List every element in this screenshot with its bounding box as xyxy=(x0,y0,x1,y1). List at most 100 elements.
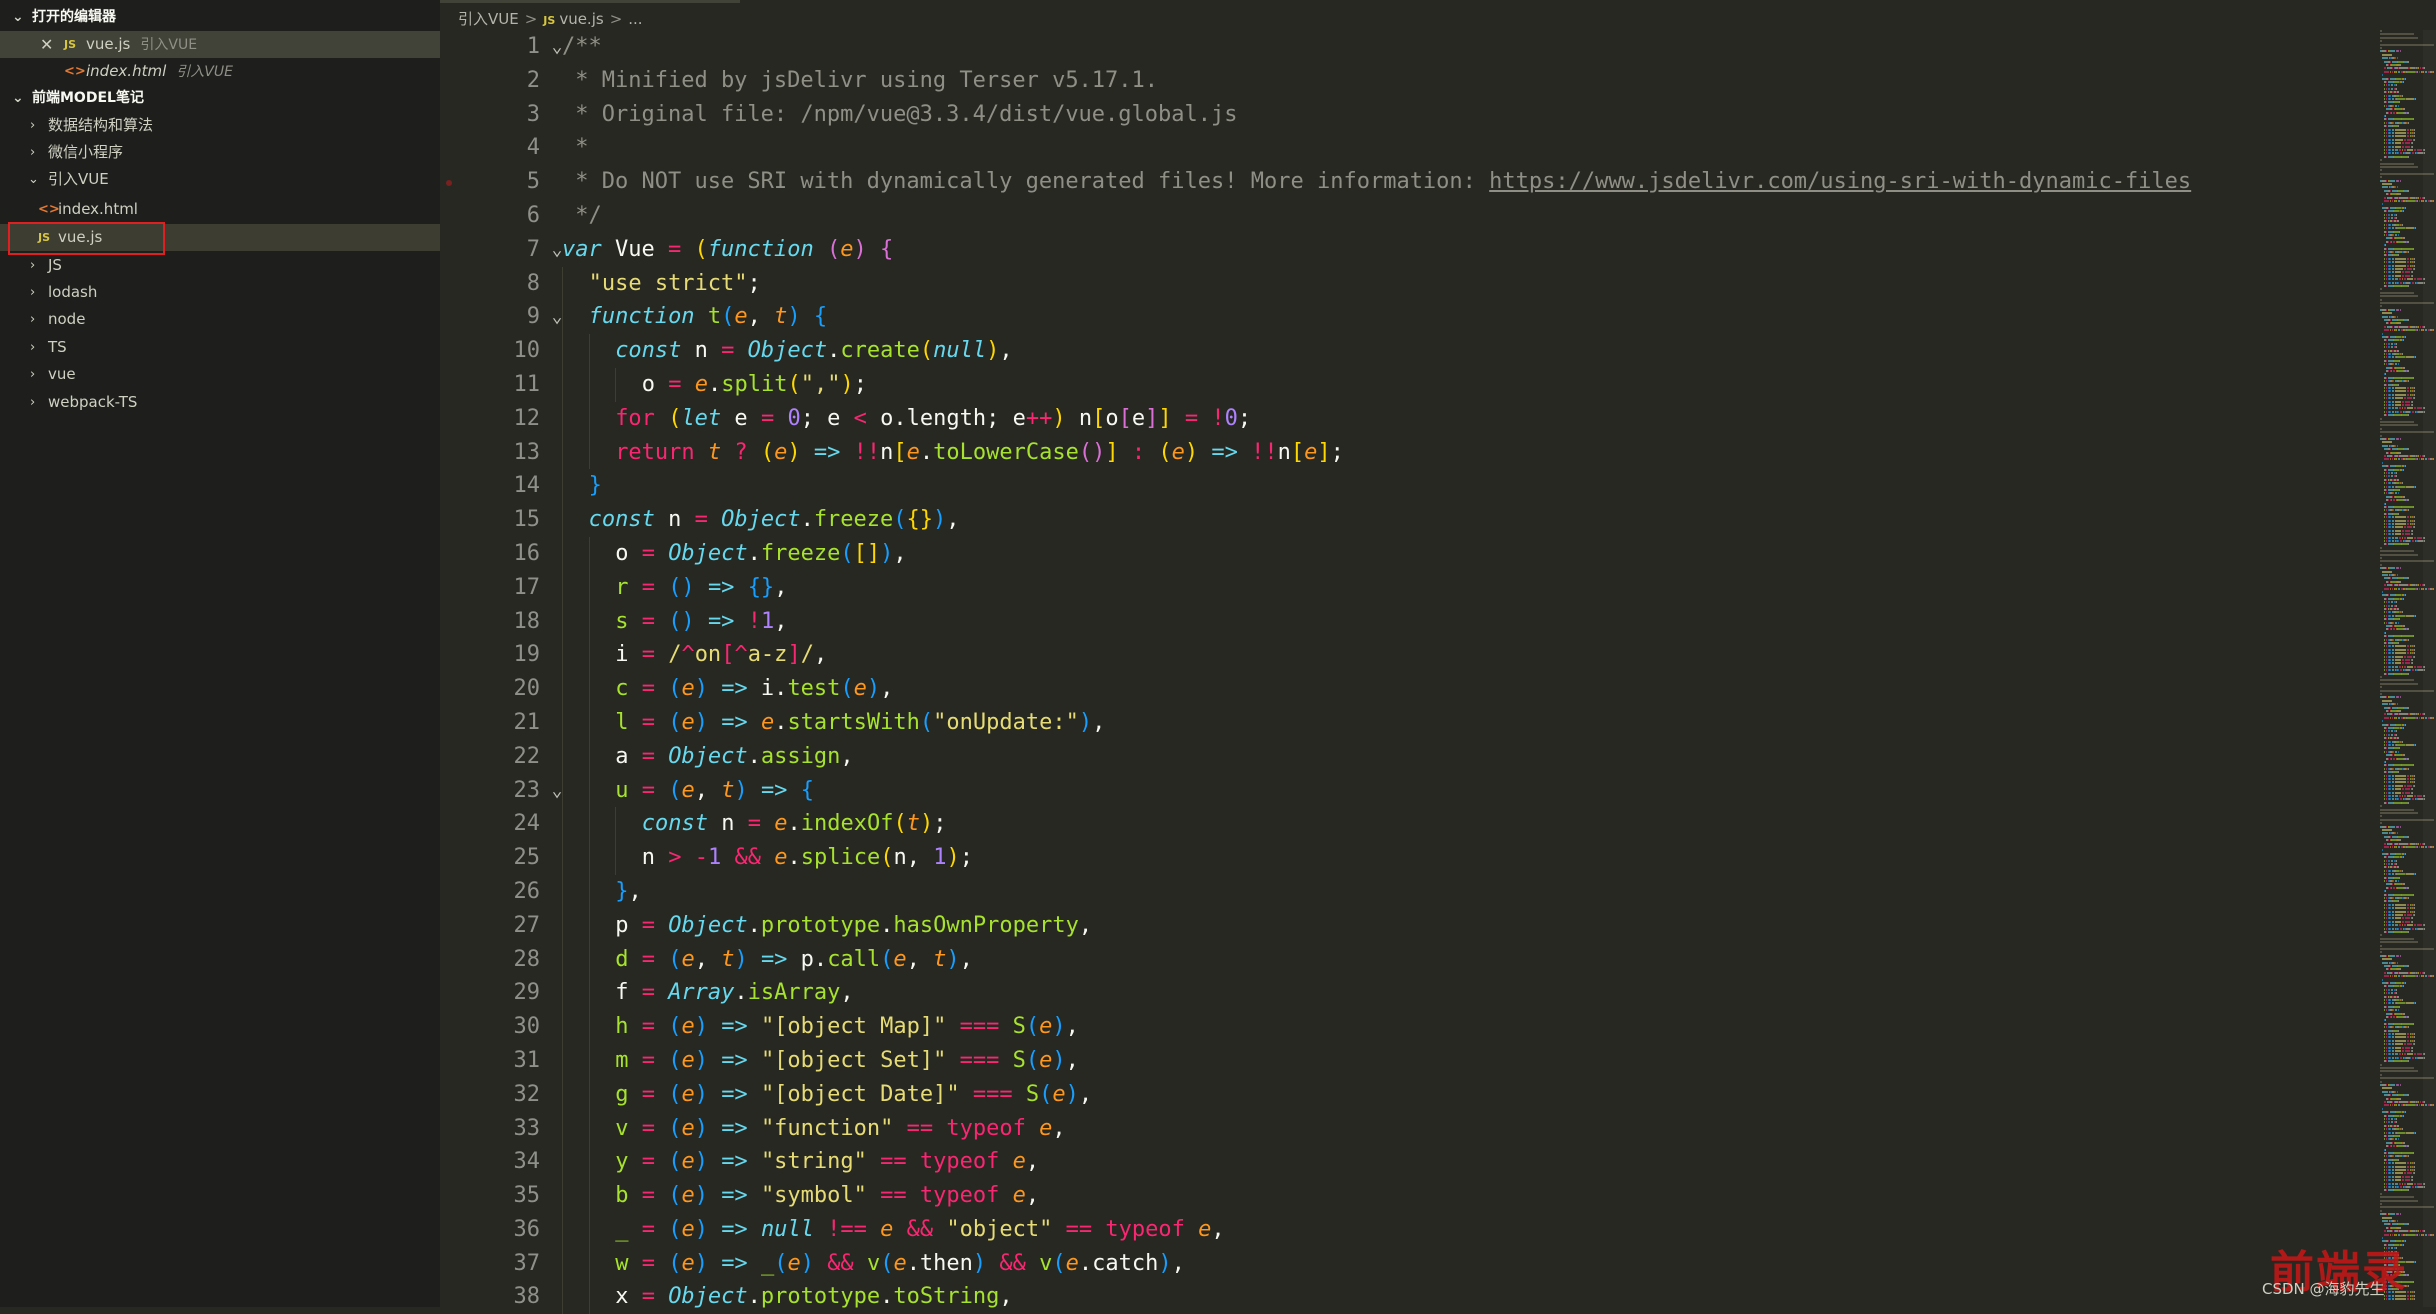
minimap-stroke xyxy=(2405,662,2410,665)
fold-chevron-icon[interactable]: ⌄ xyxy=(542,300,572,334)
code-line[interactable]: 26}, xyxy=(440,874,2370,909)
code-line[interactable]: 19 i = /^on[^a-z]/, xyxy=(440,638,2370,673)
code-line[interactable]: 5 * Do NOT use SRI with dynamically gene… xyxy=(440,165,2370,199)
code-line[interactable]: 8 "use strict"; xyxy=(440,266,2370,301)
minimap-stroke xyxy=(2407,70,2415,73)
minimap-stroke xyxy=(2395,795,2398,797)
minimap-stroke xyxy=(2384,87,2385,90)
minimap-stroke xyxy=(2390,1039,2391,1042)
code-token: => xyxy=(721,1014,748,1040)
code-line[interactable]: 21 l = (e) => e.startsWith("onUpdate:"), xyxy=(440,705,2370,740)
code-line[interactable]: 2 * Minified by jsDelivr using Terser v5… xyxy=(440,64,2370,98)
code-line[interactable]: 34 y = (e) => "string" == typeof e, xyxy=(440,1145,2370,1180)
tree-folder-item[interactable]: › webpack-TS xyxy=(0,389,440,416)
code-line[interactable]: 12 for (let e = 0; e < o.length; e++) n[o… xyxy=(440,401,2370,436)
minimap-stroke xyxy=(2386,621,2387,624)
code-line[interactable]: 28 d = (e, t) => p.call(e, t), xyxy=(440,942,2370,977)
minimap-stroke xyxy=(2395,1043,2403,1046)
minimap-stroke xyxy=(2392,271,2394,274)
code-line[interactable]: 30 h = (e) => "[object Map]" === S(e), xyxy=(440,1010,2370,1044)
code-line[interactable]: 27 p = Object.prototype.hasOwnProperty, xyxy=(440,908,2370,943)
code-line[interactable]: 36 _ = (e) => null !== e && "object" == t… xyxy=(440,1212,2370,1247)
open-editor-vue-js[interactable]: ✕ JS vue.js 引入VUE xyxy=(0,31,440,58)
minimap-stroke xyxy=(2395,149,2398,151)
code-line[interactable]: 22 a = Object.assign, xyxy=(440,739,2370,774)
tree-folder-item[interactable]: › 微信小程序 xyxy=(0,139,440,166)
minimap-stroke xyxy=(2407,781,2409,784)
tree-folder-item[interactable]: › vue xyxy=(0,361,440,388)
tree-folder-item[interactable]: ⌄ 引入VUE xyxy=(0,166,440,193)
code-line[interactable]: 16 o = Object.freeze([]), xyxy=(440,536,2370,571)
tree-folder-item[interactable]: › node xyxy=(0,306,440,333)
code-line[interactable]: 17 r = () => {}, xyxy=(440,570,2370,605)
code-line[interactable]: 25 n > -1 && e.splice(n, 1); xyxy=(440,841,2370,875)
minimap-stroke xyxy=(2393,880,2394,882)
minimap-stroke xyxy=(2390,393,2391,396)
code-token: ; xyxy=(853,371,868,397)
code-line[interactable]: 23 ⌄ u = (e, t) => { xyxy=(440,773,2370,808)
minimap-stroke xyxy=(2395,917,2401,920)
minimap-stroke xyxy=(2397,1220,2398,1222)
minimap-stroke xyxy=(2390,1128,2391,1131)
code-line[interactable]: 1 ⌄/** xyxy=(440,30,2370,64)
minimap-stroke xyxy=(2414,1043,2415,1046)
code-line[interactable]: 11 o = e.split(","); xyxy=(440,367,2370,402)
minimap-stroke xyxy=(2412,410,2414,413)
code-line[interactable]: 20 c = (e) => i.test(e), xyxy=(440,672,2370,706)
minimap-stroke xyxy=(2384,135,2385,138)
tree-folder-item[interactable]: › JS xyxy=(0,252,440,279)
open-editor-index-html[interactable]: <> index.html 引入VUE xyxy=(0,58,440,85)
vertical-scrollbar[interactable] xyxy=(2423,30,2436,1307)
fold-chevron-icon[interactable]: ⌄ xyxy=(542,774,572,808)
code-line[interactable]: 18 s = () => !1, xyxy=(440,604,2370,639)
code-line[interactable]: 13 return t ? (e) => !!n[e.toLowerCase()]… xyxy=(440,435,2370,470)
breadcrumb-file[interactable]: vue.js xyxy=(559,10,603,28)
code-line[interactable]: 31 m = (e) => "[object Set]" === S(e), xyxy=(440,1043,2370,1078)
minimap-stroke xyxy=(2388,465,2389,468)
code-line[interactable]: 38 x = Object.prototype.toString, xyxy=(440,1280,2370,1314)
code-line[interactable]: 32 g = (e) => "[object Date]" === S(e), xyxy=(440,1077,2370,1112)
breadcrumb: 引入VUE > JS vue.js >... xyxy=(458,6,643,32)
code-line[interactable]: 10 const n = Object.create(null), xyxy=(440,334,2370,368)
minimap-stroke xyxy=(2413,506,2414,508)
code-line[interactable]: 29 f = Array.isArray, xyxy=(440,976,2370,1011)
breadcrumb-more[interactable]: ... xyxy=(628,10,642,28)
workspace-header[interactable]: ⌄ 前端MODEL笔记 xyxy=(0,85,440,112)
tree-folder-item[interactable]: › lodash xyxy=(0,279,440,306)
code-line[interactable]: 4 * xyxy=(440,131,2370,165)
code-line[interactable]: 9 ⌄ function t(e, t) { xyxy=(440,300,2370,335)
minimap-stroke xyxy=(2392,390,2394,393)
minimap-stroke xyxy=(2392,108,2393,111)
minimap-stroke xyxy=(2391,863,2393,865)
open-editors-header[interactable]: ⌄ 打开的编辑器 xyxy=(0,4,440,31)
code-line[interactable]: 35 b = (e) => "symbol" == typeof e, xyxy=(440,1179,2370,1213)
code-line[interactable]: 33 v = (e) => "function" == typeof e, xyxy=(440,1111,2370,1146)
minimap-stroke xyxy=(2386,1186,2387,1188)
code-token[interactable]: https://www.jsdelivr.com/using-sri-with-… xyxy=(1489,169,2191,194)
tree-folder-item[interactable]: › TS xyxy=(0,334,440,361)
minimap-stroke xyxy=(2404,149,2406,151)
code-line[interactable]: 3 * Original file: /npm/vue@3.3.4/dist/v… xyxy=(440,98,2370,132)
code-line[interactable]: 7 ⌄ var Vue = (function (e) { xyxy=(440,233,2370,267)
code-line[interactable]: 15 const n = Object.freeze({}), xyxy=(440,503,2370,537)
minimap-stroke xyxy=(2390,1043,2391,1046)
code-line[interactable]: 14} xyxy=(440,469,2370,504)
code-area[interactable]: 1 ⌄/** 2 * Minified by jsDelivr using Ters… xyxy=(440,30,2370,1314)
minimap-stroke xyxy=(2386,781,2387,784)
close-icon[interactable]: ✕ xyxy=(40,31,53,58)
code-line[interactable]: 37 w = (e) => _(e) && v(e.then) && v(e.ca… xyxy=(440,1246,2370,1281)
minimap-stroke xyxy=(2420,455,2421,457)
code-token: = xyxy=(641,642,655,668)
code-token: _ xyxy=(760,1250,775,1276)
minimap-stroke xyxy=(2408,111,2409,114)
minimap-stroke xyxy=(2390,1033,2391,1035)
tree-folder-item[interactable]: › 数据结构和算法 xyxy=(0,112,440,139)
minimap-stroke xyxy=(2386,778,2387,780)
code-line[interactable]: 24 const n = e.indexOf(t); xyxy=(440,807,2370,842)
minimap-stroke xyxy=(2400,567,2401,570)
breadcrumb-folder[interactable]: 引入VUE xyxy=(458,10,519,28)
code-line[interactable]: 6 */ xyxy=(440,199,2370,233)
tree-file-item[interactable]: <> index.html xyxy=(0,196,440,223)
